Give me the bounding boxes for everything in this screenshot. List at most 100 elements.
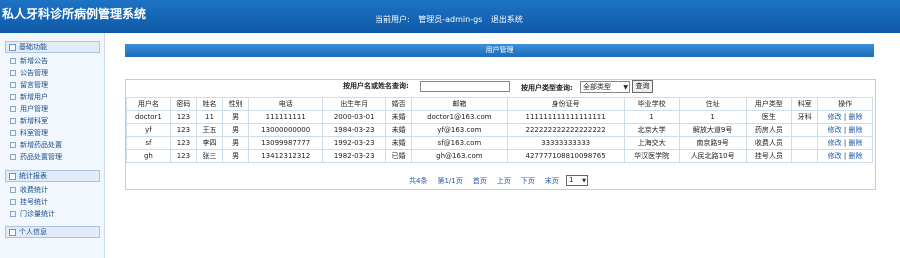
- bullet-icon: [10, 70, 16, 76]
- sidebar-item-dept-manage[interactable]: 科室管理: [10, 128, 48, 138]
- delete-link[interactable]: 删除: [849, 113, 863, 121]
- cell-phone: 111111111: [248, 110, 324, 124]
- cell-gender: 男: [222, 123, 250, 137]
- sidebar-item-label: 新增用户: [20, 93, 48, 101]
- search-input[interactable]: [420, 81, 510, 92]
- cell-name: 李四: [195, 136, 224, 150]
- sidebar-item-label: 用户管理: [20, 105, 48, 113]
- action-separator: |: [843, 126, 847, 134]
- current-user-name: 管理员-admin-gs: [418, 15, 483, 24]
- col-school: 毕业学校: [623, 97, 680, 111]
- col-birth: 出生年月: [322, 97, 387, 111]
- sidebar-item-label: 新增公告: [20, 57, 48, 65]
- sidebar-item-drug-manage[interactable]: 药品处置管理: [10, 152, 62, 162]
- sidebar-item-register-stats[interactable]: 挂号统计: [10, 197, 48, 207]
- cell-address: 解放大道9号: [678, 123, 747, 137]
- table-row: doctor1 123 11 男 111111111 2000-03-01 未婚…: [126, 110, 873, 124]
- folder-icon: [9, 172, 16, 180]
- cell-password: 123: [169, 110, 197, 124]
- cell-password: 123: [169, 123, 197, 137]
- search-name-label: 按用户名或姓名查询:: [343, 81, 409, 91]
- pager-page-info: 第1/1页: [437, 177, 463, 185]
- cell-school: 上海交大: [623, 136, 680, 150]
- sidebar-item-add-dept[interactable]: 新增科室: [10, 116, 48, 126]
- action-separator: |: [843, 139, 847, 147]
- cell-dept: 牙科: [791, 110, 819, 124]
- cell-name: 王五: [195, 123, 224, 137]
- cell-id-number: 222222222222222222: [506, 123, 625, 137]
- pager-prev-link[interactable]: 上页: [497, 177, 511, 185]
- sidebar-group-profile[interactable]: 个人信息: [5, 226, 100, 238]
- sidebar-item-visit-stats[interactable]: 门诊量统计: [10, 209, 55, 219]
- query-button[interactable]: 查询: [632, 80, 653, 93]
- sidebar-item-fee-stats[interactable]: 收费统计: [10, 185, 48, 195]
- bullet-icon: [10, 94, 16, 100]
- cell-phone: 13412312312: [248, 149, 324, 163]
- edit-link[interactable]: 修改: [828, 113, 842, 121]
- sidebar-item-user-manage[interactable]: 用户管理: [10, 104, 48, 114]
- cell-gender: 男: [222, 149, 250, 163]
- table-row: gh 123 张三 男 13412312312 1982-03-23 已婚 gh…: [126, 149, 873, 163]
- pager-last-link[interactable]: 末页: [545, 177, 559, 185]
- col-user-type: 用户类型: [745, 97, 793, 111]
- sidebar-item-add-drug[interactable]: 新增药品处置: [10, 140, 62, 150]
- page-select[interactable]: 1 ▼: [566, 175, 588, 186]
- cell-actions: 修改 | 删除: [817, 149, 873, 163]
- edit-link[interactable]: 修改: [828, 126, 842, 134]
- cell-address: 南京路9号: [678, 136, 747, 150]
- cell-address: 人民北路10号: [678, 149, 747, 163]
- user-type-selected: 全部类型: [583, 83, 611, 91]
- sidebar-item-add-notice[interactable]: 新增公告: [10, 56, 48, 66]
- pager-next-link[interactable]: 下页: [521, 177, 535, 185]
- user-type-select[interactable]: 全部类型 ▼: [580, 81, 630, 93]
- cell-school: 华汉医学院: [623, 149, 680, 163]
- sidebar-group-label: 个人信息: [19, 228, 47, 236]
- bullet-icon: [10, 142, 16, 148]
- bullet-icon: [10, 187, 16, 193]
- chevron-down-icon: ▼: [582, 178, 586, 184]
- col-id-number: 身份证号: [506, 97, 625, 111]
- cell-actions: 修改 | 删除: [817, 123, 873, 137]
- sidebar-group-reports[interactable]: 统计报表: [5, 170, 100, 182]
- cell-email: sf@163.com: [411, 136, 508, 150]
- edit-link[interactable]: 修改: [828, 139, 842, 147]
- sidebar-item-label: 药品处置管理: [20, 153, 62, 161]
- cell-username: yf: [126, 123, 171, 137]
- delete-link[interactable]: 删除: [849, 126, 863, 134]
- bullet-icon: [10, 106, 16, 112]
- sidebar-item-label: 科室管理: [20, 129, 48, 137]
- sidebar-group-basic[interactable]: 基础功能: [5, 41, 100, 53]
- delete-link[interactable]: 删除: [849, 152, 863, 160]
- col-password: 密码: [169, 97, 197, 111]
- sidebar-item-notice-manage[interactable]: 公告管理: [10, 68, 48, 78]
- cell-user-type: 挂号人员: [745, 149, 793, 163]
- cell-birth: 2000-03-01: [322, 110, 387, 124]
- bullet-icon: [10, 58, 16, 64]
- search-name-label-text: 按用户名或姓名查询:: [343, 82, 409, 90]
- cell-actions: 修改 | 删除: [817, 136, 873, 150]
- bullet-icon: [10, 211, 16, 217]
- table-header-row: 用户名 密码 姓名 性别 电话 出生年月 婚否 邮箱 身份证号 毕业学校 住址 …: [126, 97, 873, 111]
- col-dept: 科室: [791, 97, 819, 111]
- sidebar-item-add-user[interactable]: 新增用户: [10, 92, 48, 102]
- col-email: 邮箱: [411, 97, 508, 111]
- chevron-down-icon: ▼: [623, 84, 628, 91]
- pager-first-link[interactable]: 首页: [473, 177, 487, 185]
- bullet-icon: [10, 199, 16, 205]
- cell-married: 已婚: [385, 149, 413, 163]
- cell-username: sf: [126, 136, 171, 150]
- col-address: 住址: [678, 97, 747, 111]
- sidebar-item-label: 公告管理: [20, 69, 48, 77]
- col-gender: 性别: [222, 97, 250, 111]
- cell-email: gh@163.com: [411, 149, 508, 163]
- edit-link[interactable]: 修改: [828, 152, 842, 160]
- bullet-icon: [10, 82, 16, 88]
- cell-password: 123: [169, 136, 197, 150]
- cell-address: 1: [678, 110, 747, 124]
- panel-title: 用户管理: [125, 44, 874, 56]
- sidebar-item-message-manage[interactable]: 留言管理: [10, 80, 48, 90]
- header: 私人牙科诊所病例管理系统 当前用户: 管理员-admin-gs 退出系统: [0, 0, 900, 33]
- sidebar-item-label: 收费统计: [20, 186, 48, 194]
- delete-link[interactable]: 删除: [849, 139, 863, 147]
- logout-link[interactable]: 退出系统: [491, 15, 523, 24]
